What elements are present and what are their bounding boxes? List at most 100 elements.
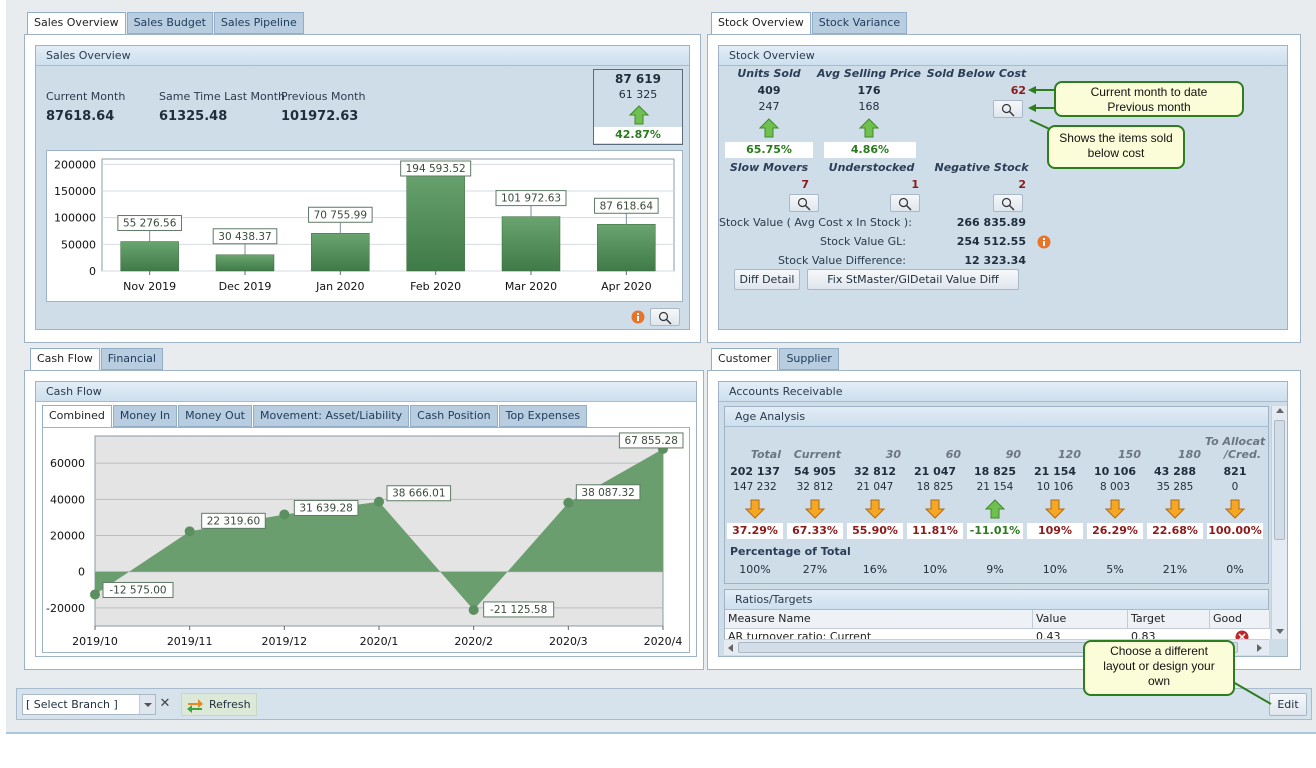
x-tick-label: Nov 2019 <box>123 280 176 293</box>
scroll-right-icon[interactable] <box>1257 644 1262 652</box>
col-target[interactable]: Target <box>1128 610 1210 629</box>
previous-month-label: Previous Month <box>281 90 366 103</box>
subtab-cash-position[interactable]: Cash Position <box>410 405 498 427</box>
x-tick-label: 2019/10 <box>72 635 118 648</box>
refresh-button[interactable]: Refresh <box>181 693 257 716</box>
slow-movers-search-button[interactable] <box>789 194 819 212</box>
subtab-movement[interactable]: Movement: Asset/Liability <box>253 405 410 427</box>
units-sold-label: Units Sold <box>737 67 801 80</box>
previous-month-value: 101972.63 <box>281 109 359 124</box>
sales-search-button[interactable] <box>650 308 680 326</box>
arrow-down-icon <box>805 499 825 519</box>
arrow-up-icon <box>985 499 1005 519</box>
age-col-current: 821 <box>1223 465 1247 478</box>
data-label: 101 972.63 <box>501 193 561 205</box>
cashflow-subtabs: Combined Money In Money Out Movement: As… <box>42 405 588 428</box>
age-col-current: 54 905 <box>793 465 837 478</box>
same-time-label: Same Time Last Month <box>159 90 286 103</box>
callout-line: Current month to date <box>1090 85 1208 99</box>
col-measure-name[interactable]: Measure Name <box>725 610 1033 629</box>
diff-detail-button[interactable]: Diff Detail <box>734 269 800 290</box>
tab-stock-overview[interactable]: Stock Overview <box>711 12 811 35</box>
y-tick-label: 150000 <box>54 185 96 198</box>
x-tick-label: Mar 2020 <box>505 280 557 293</box>
cashflow-group-title: Cash Flow <box>36 382 696 402</box>
tab-cash-flow[interactable]: Cash Flow <box>30 348 100 371</box>
age-analysis-group: Age Analysis Total 202 137 147 232 37.29% 10… <box>724 406 1269 584</box>
data-label: 87 618.64 <box>600 200 654 212</box>
vertical-scrollbar[interactable] <box>1271 406 1287 639</box>
cashflow-area-chart: -20000 0 20000 40000 60000 -12 575.00 2019/10 2… <box>42 427 690 653</box>
sales-summary-box: 87 619 61 325 42.87% <box>593 69 683 145</box>
age-columns: Total 202 137 147 232 37.29% 100% Current 54 9… <box>725 427 1270 585</box>
data-point <box>563 497 574 508</box>
below-cost-search-button[interactable] <box>993 100 1023 118</box>
data-point <box>184 526 195 537</box>
dropdown-button[interactable] <box>139 695 155 714</box>
tab-sales-overview[interactable]: Sales Overview <box>27 12 126 35</box>
scroll-left-icon[interactable] <box>728 644 733 652</box>
subtab-top-expenses[interactable]: Top Expenses <box>498 405 588 427</box>
magnifier-icon <box>1001 197 1015 211</box>
stock-diff-value: 12 323.34 <box>964 254 1026 267</box>
cashflow-tabs: Cash Flow Financial <box>30 348 164 371</box>
age-col-current: 202 137 <box>730 465 780 478</box>
age-col-header: 120 <box>1058 448 1081 461</box>
bar <box>311 233 370 272</box>
y-tick-label: 0 <box>78 566 85 579</box>
info-icon[interactable] <box>631 310 645 324</box>
data-label: 67 855.28 <box>624 435 677 447</box>
data-label: 38 666.01 <box>392 488 445 500</box>
age-col-change: 22.68% <box>1147 523 1203 539</box>
tab-supplier[interactable]: Supplier <box>779 348 839 370</box>
negative-stock-search-button[interactable] <box>993 194 1023 212</box>
col-good[interactable]: Good <box>1210 610 1270 629</box>
clear-branch-button[interactable]: ✕ <box>158 694 172 715</box>
sales-group-title: Sales Overview <box>36 46 689 66</box>
age-col-previous: 35 285 <box>1156 481 1194 493</box>
cashflow-group: Cash Flow Combined Money In Money Out Mo… <box>35 381 697 657</box>
x-tick-label: 2020/4 <box>644 635 683 648</box>
pct-total-label: Percentage of Total <box>730 545 851 558</box>
understocked-search-button[interactable] <box>890 194 920 212</box>
age-col-current: 21 047 <box>913 465 957 478</box>
tab-financial[interactable]: Financial <box>100 348 163 370</box>
stock-diff-label: Stock Value Difference: <box>777 254 906 267</box>
subtab-combined[interactable]: Combined <box>42 405 112 428</box>
sales-bar-chart-svg: 0 50000 100000 150000 200000 55 276.56 Nov 201… <box>54 158 675 293</box>
tab-sales-pipeline[interactable]: Sales Pipeline <box>213 12 304 34</box>
ar-group-title: Accounts Receivable <box>719 382 1287 402</box>
arrow-down-icon <box>1165 499 1185 519</box>
understocked-value: 1 <box>911 178 919 191</box>
scroll-down-icon[interactable] <box>1276 629 1284 634</box>
data-label: 38 087.32 <box>581 487 634 499</box>
edit-callout: Choose a different layout or design your… <box>1083 640 1235 696</box>
age-col-current: 18 825 <box>973 465 1017 478</box>
data-label: 70 755.99 <box>314 209 367 221</box>
col-value[interactable]: Value <box>1033 610 1128 629</box>
fix-value-diff-button[interactable]: Fix StMaster/GlDetail Value Diff <box>807 269 1019 290</box>
tab-customer[interactable]: Customer <box>711 348 779 371</box>
age-col-pct-total: 16% <box>862 563 888 576</box>
age-col-pct-total: 5% <box>1106 563 1124 576</box>
info-icon[interactable] <box>1037 235 1051 249</box>
same-time-value: 61325.48 <box>159 109 228 124</box>
units-sold-current: 409 <box>757 84 781 97</box>
refresh-icon <box>187 699 203 713</box>
tab-stock-variance[interactable]: Stock Variance <box>811 12 908 34</box>
data-label: 31 639.28 <box>299 502 352 514</box>
tab-sales-budget[interactable]: Sales Budget <box>126 12 213 34</box>
sales-overview-group: Sales Overview Current Month 87618.64 Sa… <box>35 45 690 330</box>
scroll-up-icon[interactable] <box>1276 408 1284 413</box>
data-point <box>279 509 290 520</box>
current-month-label: Current Month <box>46 90 126 103</box>
scroll-thumb[interactable] <box>1274 420 1285 540</box>
age-col-change: 67.33% <box>787 523 843 539</box>
age-analysis-title: Age Analysis <box>725 407 1268 427</box>
age-col-change: 100.00% <box>1207 523 1263 539</box>
data-label: -12 575.00 <box>109 584 166 596</box>
subtab-money-out[interactable]: Money Out <box>178 405 252 427</box>
branch-select[interactable]: [ Select Branch ] <box>22 694 156 715</box>
subtab-money-in[interactable]: Money In <box>112 405 178 427</box>
age-col-current: 21 154 <box>1033 465 1077 478</box>
